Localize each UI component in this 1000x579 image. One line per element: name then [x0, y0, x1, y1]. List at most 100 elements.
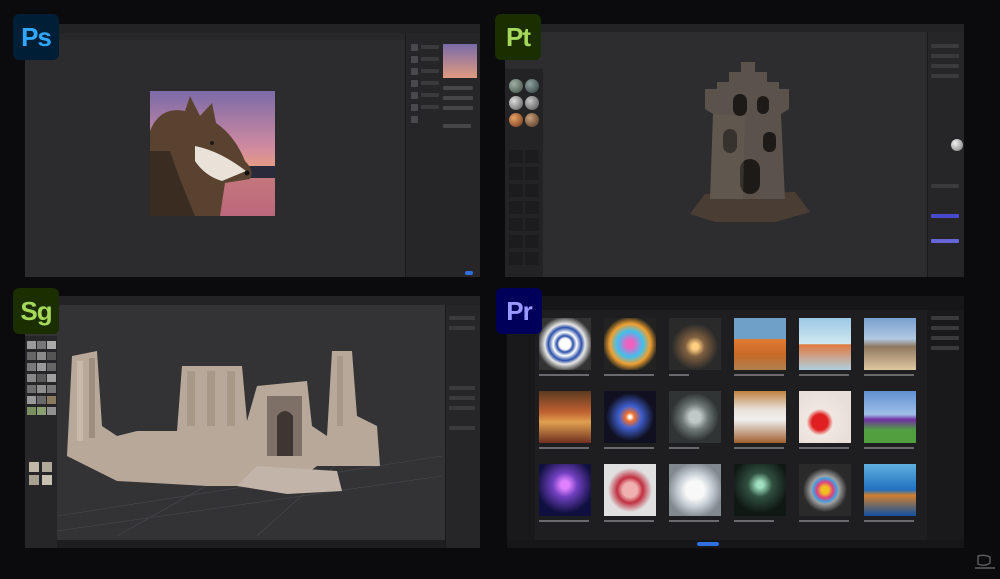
generate-button[interactable]: [697, 542, 719, 546]
asset-thumbnail[interactable]: [27, 396, 36, 404]
asset-thumbnail[interactable]: [42, 475, 52, 485]
layer-icon[interactable]: [411, 44, 418, 51]
panel-row[interactable]: [421, 45, 439, 49]
panel-row[interactable]: [421, 57, 439, 61]
panel-row[interactable]: [443, 124, 471, 128]
asset-thumbnail[interactable]: [37, 374, 46, 382]
brush-preset[interactable]: [525, 184, 539, 197]
wolf-image[interactable]: [150, 91, 275, 216]
grid-item-glowing-jar[interactable]: [669, 318, 721, 370]
layer-icon[interactable]: [411, 104, 418, 111]
asset-thumbnail[interactable]: [37, 396, 46, 404]
castle-model[interactable]: [685, 54, 815, 224]
asset-thumbnail[interactable]: [29, 462, 39, 472]
brush-preset[interactable]: [525, 201, 539, 214]
material-swatch[interactable]: [525, 79, 539, 93]
layer-icon[interactable]: [411, 80, 418, 87]
asset-thumbnail[interactable]: [27, 352, 36, 360]
panel-row[interactable]: [443, 86, 473, 90]
asset-thumbnail[interactable]: [47, 374, 56, 382]
grid-item-castle-field[interactable]: [864, 391, 916, 443]
asset-thumbnail[interactable]: [37, 352, 46, 360]
panel-row[interactable]: [931, 316, 959, 320]
panel-row[interactable]: [421, 69, 439, 73]
material-swatch[interactable]: [509, 113, 523, 127]
brush-preset[interactable]: [525, 252, 539, 265]
brush-preset[interactable]: [509, 167, 523, 180]
panel-row[interactable]: [449, 406, 475, 410]
brush-preset[interactable]: [509, 218, 523, 231]
grid-item-polar-bear[interactable]: [669, 464, 721, 516]
panel-row[interactable]: [931, 64, 959, 68]
panel-row[interactable]: [931, 74, 959, 78]
grid-item-forest-spirit[interactable]: [734, 464, 786, 516]
panel-row[interactable]: [931, 326, 959, 330]
panel-row[interactable]: [449, 386, 475, 390]
brush-preset[interactable]: [525, 167, 539, 180]
asset-thumbnail[interactable]: [29, 475, 39, 485]
asset-thumbnail[interactable]: [27, 385, 36, 393]
material-swatch[interactable]: [525, 113, 539, 127]
asset-thumbnail[interactable]: [47, 396, 56, 404]
grid-item-empty-jar[interactable]: [669, 391, 721, 443]
brush-preset[interactable]: [509, 235, 523, 248]
panel-row[interactable]: [931, 214, 959, 218]
panel-row[interactable]: [443, 96, 473, 100]
grid-item-galaxy[interactable]: [604, 391, 656, 443]
panel-row[interactable]: [449, 426, 475, 430]
panel-row[interactable]: [931, 54, 959, 58]
panel-row[interactable]: [931, 336, 959, 340]
brush-preset[interactable]: [509, 150, 523, 163]
panel-row[interactable]: [931, 44, 959, 48]
asset-thumbnail[interactable]: [37, 385, 46, 393]
material-swatch[interactable]: [509, 96, 523, 110]
asset-thumbnail[interactable]: [37, 363, 46, 371]
asset-thumbnail[interactable]: [27, 374, 36, 382]
asset-thumbnail[interactable]: [27, 341, 36, 349]
grid-item-strawberries[interactable]: [799, 391, 851, 443]
layer-icon[interactable]: [411, 56, 418, 63]
panel-row[interactable]: [421, 81, 439, 85]
panel-row[interactable]: [443, 106, 473, 110]
grid-item-fox-guitar[interactable]: [734, 318, 786, 370]
generate-button[interactable]: [465, 271, 473, 275]
asset-thumbnail[interactable]: [27, 407, 36, 415]
panel-row[interactable]: [449, 396, 475, 400]
grid-item-wizard-cooking[interactable]: [539, 391, 591, 443]
asset-thumbnail[interactable]: [27, 363, 36, 371]
brush-preset[interactable]: [525, 235, 539, 248]
grid-item-jellyfish[interactable]: [539, 464, 591, 516]
grid-item-fox-winter[interactable]: [799, 318, 851, 370]
asset-thumbnail[interactable]: [47, 363, 56, 371]
asset-thumbnail[interactable]: [42, 462, 52, 472]
asset-thumbnail[interactable]: [47, 341, 56, 349]
asset-thumbnail[interactable]: [37, 407, 46, 415]
panel-row[interactable]: [421, 105, 439, 109]
layer-icon[interactable]: [411, 92, 418, 99]
panel-row[interactable]: [931, 346, 959, 350]
grid-item-neon-creature[interactable]: [604, 318, 656, 370]
material-swatch[interactable]: [525, 96, 539, 110]
ruins-scene[interactable]: [56, 336, 443, 537]
material-swatch[interactable]: [509, 79, 523, 93]
panel-row[interactable]: [421, 93, 439, 97]
panel-row[interactable]: [449, 326, 475, 330]
brush-preset[interactable]: [509, 252, 523, 265]
grid-item-teddy-wave[interactable]: [864, 464, 916, 516]
panel-row[interactable]: [449, 316, 475, 320]
brush-preset[interactable]: [525, 150, 539, 163]
panel-row[interactable]: [931, 184, 959, 188]
brush-preset[interactable]: [509, 184, 523, 197]
grid-item-cat-reading[interactable]: [864, 318, 916, 370]
layer-icon[interactable]: [411, 68, 418, 75]
layer-thumbnail[interactable]: [443, 44, 477, 78]
brush-preset[interactable]: [509, 201, 523, 214]
grid-item-pig-scarf[interactable]: [604, 464, 656, 516]
asset-thumbnail[interactable]: [37, 341, 46, 349]
asset-thumbnail[interactable]: [47, 407, 56, 415]
grid-item-blue-bowl[interactable]: [539, 318, 591, 370]
material-preview-sphere[interactable]: [951, 139, 963, 151]
brush-preset[interactable]: [525, 218, 539, 231]
grid-item-panda-chef[interactable]: [734, 391, 786, 443]
layer-icon[interactable]: [411, 116, 418, 123]
